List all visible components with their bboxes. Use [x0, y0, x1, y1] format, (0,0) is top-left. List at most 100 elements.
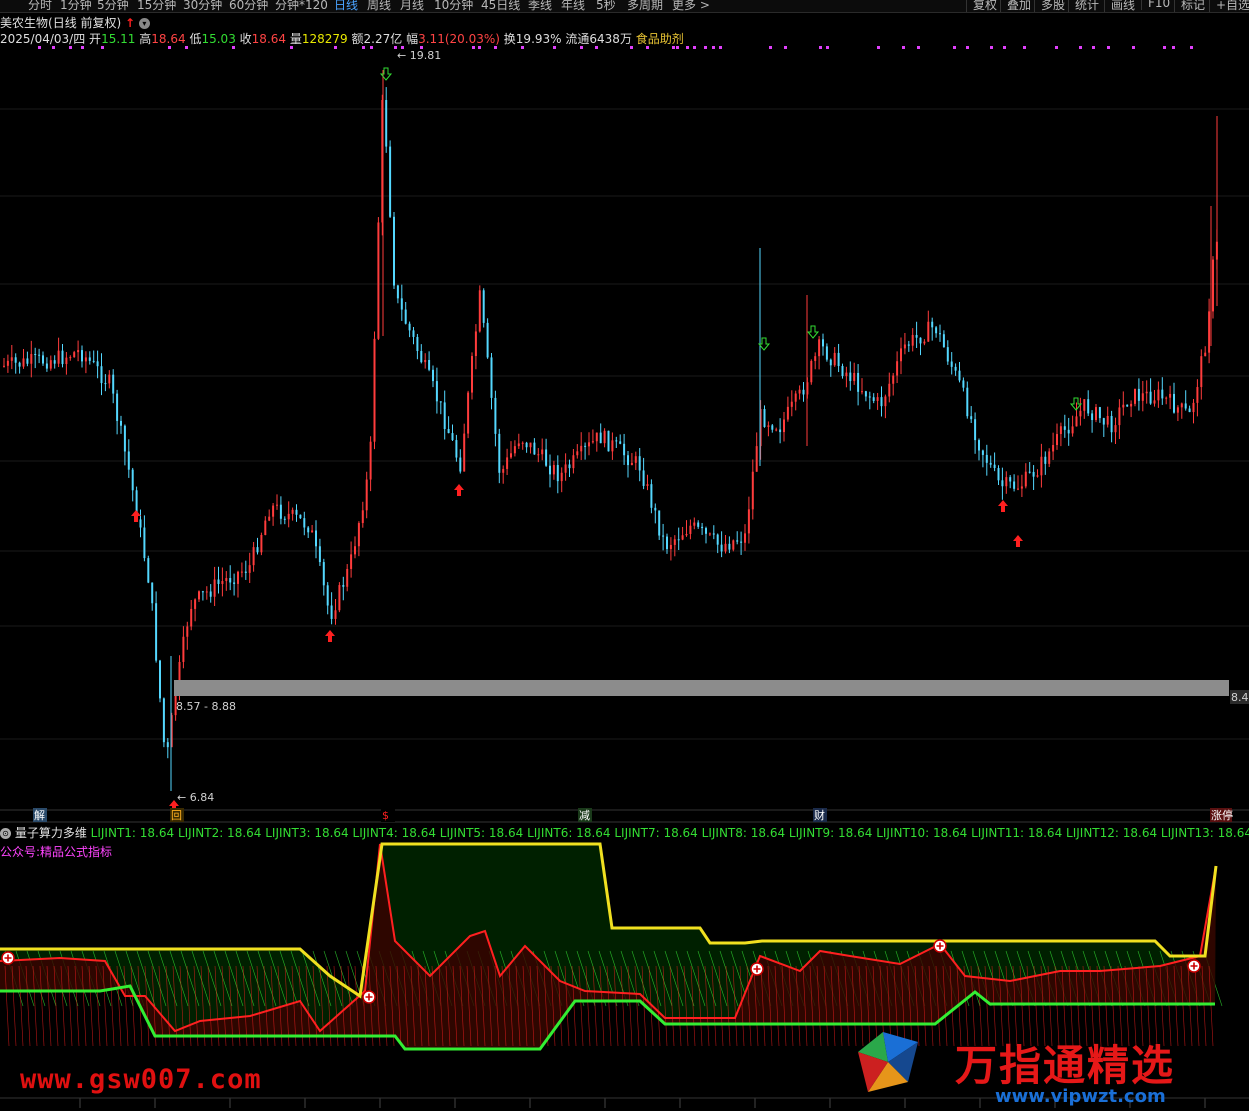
toolbar-button-3[interactable]: 统计: [1068, 0, 1099, 12]
period-tab-0[interactable]: 分时: [28, 0, 52, 12]
candle-body: [311, 530, 314, 533]
indicator-name[interactable]: 量子算力多维: [15, 826, 87, 840]
period-tab-9[interactable]: 月线: [400, 0, 424, 12]
candle-body: [981, 450, 984, 455]
candle-body: [747, 509, 750, 534]
candle-body: [818, 339, 821, 357]
candle-body: [997, 468, 1000, 481]
change-value: 3.11(20.03%): [418, 32, 500, 46]
candle-body: [1110, 416, 1113, 433]
toolbar-button-4[interactable]: 画线: [1104, 0, 1135, 12]
candle-body: [45, 363, 48, 369]
candle-body: [318, 546, 321, 563]
candle-body: [517, 443, 520, 447]
candle-body: [724, 543, 727, 552]
candle-body: [322, 562, 325, 586]
toolbar-button-0[interactable]: 复权: [966, 0, 997, 12]
period-tab-10[interactable]: 10分钟: [434, 0, 473, 12]
candle-body: [14, 357, 17, 363]
candle-body: [209, 591, 212, 597]
candle-body: [1013, 481, 1016, 489]
period-tab-7[interactable]: 日线: [334, 0, 358, 12]
period-tab-2[interactable]: 5分钟: [97, 0, 129, 12]
candle-body: [1044, 456, 1047, 464]
period-tab-12[interactable]: 季线: [528, 0, 552, 12]
stock-name[interactable]: 美农生物: [0, 16, 48, 30]
candle-body: [615, 440, 618, 442]
period-tab-3[interactable]: 15分钟: [137, 0, 176, 12]
candle-body: [896, 361, 899, 376]
candle-body: [116, 393, 119, 421]
candle-body: [61, 350, 64, 365]
event-dot: [1132, 46, 1135, 49]
period-tab-1[interactable]: 1分钟: [60, 0, 92, 12]
candle-body: [576, 451, 579, 456]
candle-body: [911, 334, 914, 346]
open-value: 15.11: [101, 32, 136, 46]
event-dot: [1055, 46, 1058, 49]
industry-link[interactable]: 食品助剂: [636, 32, 684, 46]
candle-body: [478, 290, 481, 332]
indicator-line-value: LIJINT10: 18.64: [876, 826, 972, 840]
indicator-settings-icon[interactable]: ⊙: [0, 828, 11, 839]
buy-arrow-icon: [325, 630, 335, 642]
zone-label: 8.57 - 8.88: [176, 700, 236, 713]
turnover-value: 19.93%: [515, 32, 562, 46]
chevron-down-icon[interactable]: ▾: [138, 18, 150, 29]
period-tab-5[interactable]: 60分钟: [229, 0, 268, 12]
candle-body: [763, 409, 766, 427]
high-value: 18.64: [151, 32, 186, 46]
toolbar-button-7[interactable]: +自选: [1209, 0, 1249, 12]
period-tab-8[interactable]: 周线: [367, 0, 391, 12]
candle-body: [954, 366, 957, 371]
candle-body: [166, 742, 169, 748]
candle-body: [369, 441, 372, 480]
period-tab-6[interactable]: 分钟*120: [275, 0, 328, 12]
event-dot: [1003, 46, 1006, 49]
period-tab-11[interactable]: 45日线: [481, 0, 520, 12]
indicator-line-value: LIJINT12: 18.64: [1066, 826, 1161, 840]
candle-body: [868, 396, 871, 398]
candle-body: [552, 465, 555, 475]
candle-body: [681, 535, 684, 540]
toolbar-button-2[interactable]: 多股: [1034, 0, 1065, 12]
period-tab-14[interactable]: 5秒: [596, 0, 616, 12]
period-tab-15[interactable]: 多周期: [627, 0, 663, 12]
kline-chart[interactable]: 8.57 - 8.88 8.4 ← 19.81 ← 6.84 解 回 $ 减 财 涨停: [0, 46, 1249, 1111]
candle-body: [303, 518, 306, 528]
candle-body: [1161, 389, 1164, 399]
event-dot: [826, 46, 829, 49]
candle-body: [989, 462, 992, 465]
candle-body: [630, 462, 633, 466]
candle-body: [1180, 403, 1183, 408]
event-dot: [494, 46, 497, 49]
period-tab-13[interactable]: 年线: [561, 0, 585, 12]
candle-body: [287, 513, 290, 520]
candle-body: [400, 298, 403, 310]
candle-body: [829, 359, 832, 366]
period-tab-4[interactable]: 30分钟: [183, 0, 222, 12]
candle-body: [1114, 425, 1117, 433]
candle-body: [513, 446, 516, 454]
amount-value: 2.27亿: [363, 32, 403, 46]
candle-body: [139, 519, 142, 528]
candle-body: [545, 449, 548, 466]
float-shares-value: 6438万: [589, 32, 632, 46]
candle-body: [529, 442, 532, 448]
marker-zhangting-icon: 涨停: [1211, 808, 1233, 822]
candle-body: [689, 525, 692, 534]
toolbar-button-6[interactable]: 标记: [1174, 0, 1205, 12]
candle-body: [603, 430, 606, 444]
toolbar-button-5[interactable]: F10: [1141, 0, 1170, 10]
candle-body: [291, 509, 294, 514]
candle-body: [619, 441, 622, 444]
buy-arrow-icon: [1013, 535, 1023, 547]
candle-body: [1040, 456, 1043, 476]
event-dot: [784, 46, 787, 49]
toolbar-button-1[interactable]: 叠加: [1000, 0, 1031, 12]
event-dot: [966, 46, 969, 49]
candle-body: [244, 571, 247, 573]
candle-body: [451, 433, 454, 441]
limit-up-arrow-icon: ↑: [125, 16, 136, 30]
period-tab-16[interactable]: 更多 >: [672, 0, 710, 12]
